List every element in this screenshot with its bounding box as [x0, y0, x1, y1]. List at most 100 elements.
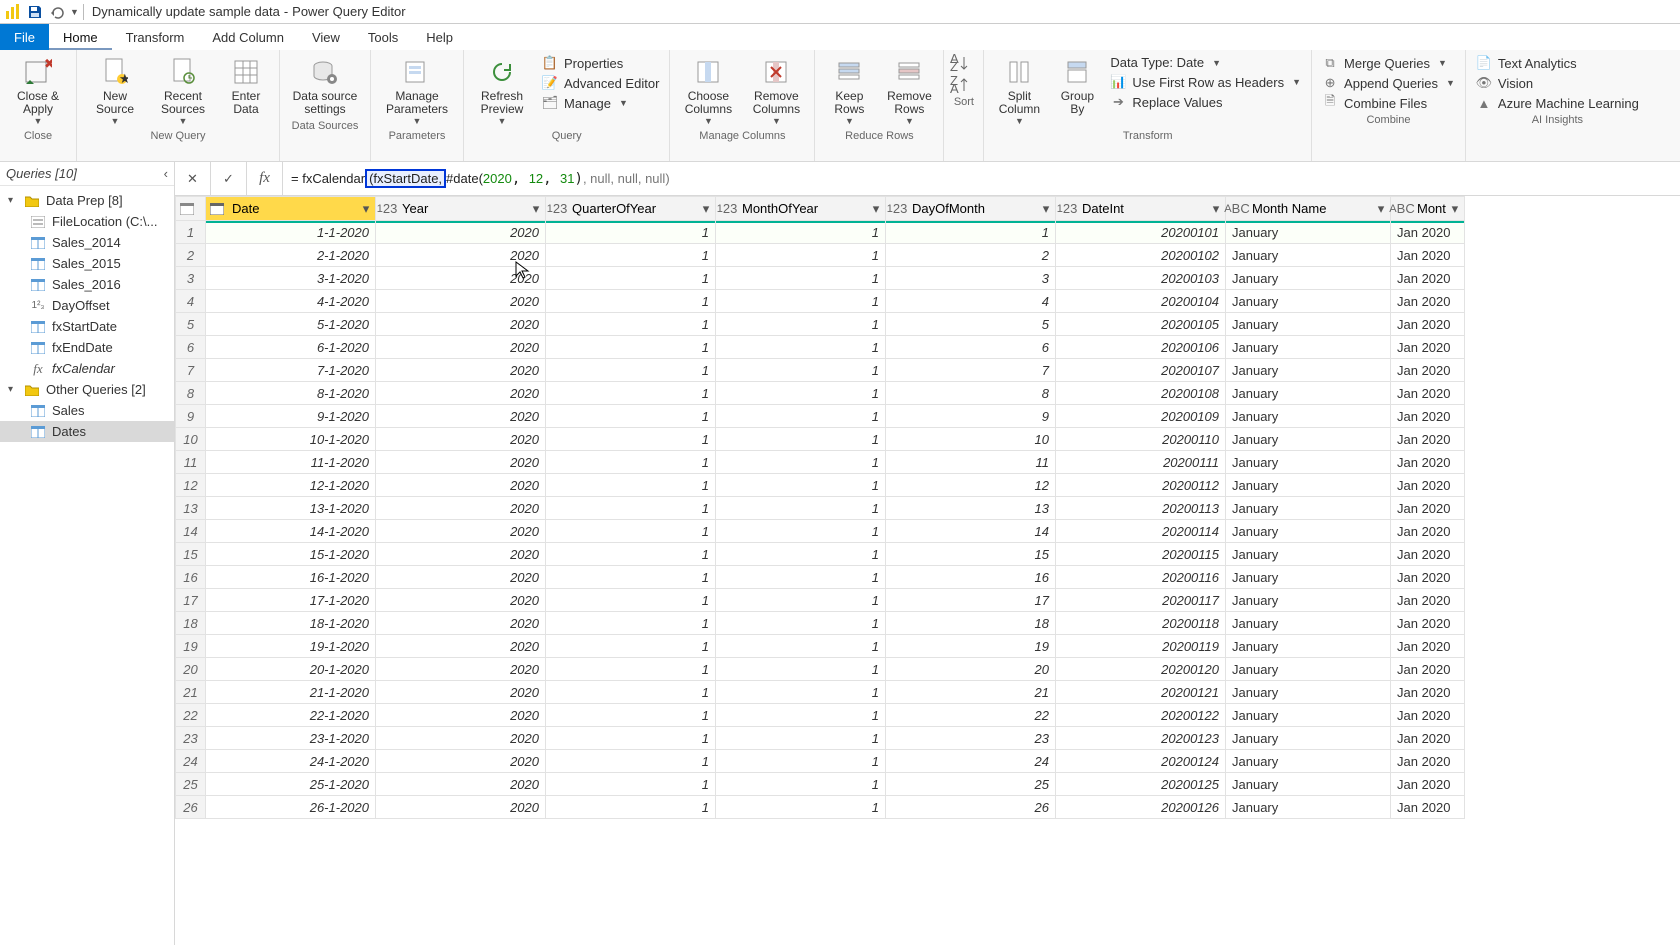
column-type-icon[interactable]: ABC [1226, 201, 1248, 216]
cell[interactable]: 1 [716, 336, 886, 359]
cell[interactable]: 22-1-2020 [206, 704, 376, 727]
cell[interactable]: 2020 [376, 704, 546, 727]
cell[interactable]: 1 [546, 566, 716, 589]
column-filter-icon[interactable]: ▾ [1037, 201, 1055, 217]
query-item[interactable]: 1²₃DayOffset [0, 295, 174, 316]
cell[interactable]: 24 [886, 750, 1056, 773]
cell[interactable]: 1 [546, 520, 716, 543]
cell[interactable]: 20200107 [1056, 359, 1226, 382]
cell[interactable]: 20200124 [1056, 750, 1226, 773]
cell[interactable]: 8 [886, 382, 1056, 405]
close-apply-button[interactable]: ✖ Close & Apply▼ [6, 54, 70, 128]
cell[interactable]: 19 [886, 635, 1056, 658]
cell[interactable]: Jan 2020 [1391, 520, 1465, 543]
cell[interactable]: 20200112 [1056, 474, 1226, 497]
row-index[interactable]: 23 [176, 727, 206, 750]
cell[interactable]: Jan 2020 [1391, 244, 1465, 267]
cell[interactable]: 1 [716, 267, 886, 290]
formula-input[interactable]: = fxCalendar(fxStartDate, #date(2020, 12… [283, 169, 1680, 188]
remove-columns-button[interactable]: Remove Columns▼ [744, 54, 808, 128]
query-item[interactable]: fxfxCalendar [0, 358, 174, 379]
cell[interactable]: 20-1-2020 [206, 658, 376, 681]
cell[interactable]: 1 [546, 750, 716, 773]
cell[interactable]: 2020 [376, 382, 546, 405]
cell[interactable]: 1 [546, 336, 716, 359]
cell[interactable]: January [1226, 428, 1391, 451]
cell[interactable]: 1 [716, 750, 886, 773]
cell[interactable]: 9 [886, 405, 1056, 428]
row-index[interactable]: 21 [176, 681, 206, 704]
cell[interactable]: 1 [716, 359, 886, 382]
cell[interactable]: 1 [716, 612, 886, 635]
cell[interactable]: January [1226, 359, 1391, 382]
cell[interactable]: 20200121 [1056, 681, 1226, 704]
cell[interactable]: 1 [546, 405, 716, 428]
cell[interactable]: 7 [886, 359, 1056, 382]
cell[interactable]: 20200119 [1056, 635, 1226, 658]
cell[interactable]: 5 [886, 313, 1056, 336]
row-index[interactable]: 19 [176, 635, 206, 658]
cell[interactable]: Jan 2020 [1391, 750, 1465, 773]
cell[interactable]: 10 [886, 428, 1056, 451]
cell[interactable]: 1 [546, 589, 716, 612]
combine-files-button[interactable]: 🗎Combine Files [1318, 94, 1459, 112]
cell[interactable]: 1 [546, 359, 716, 382]
cell[interactable]: 8-1-2020 [206, 382, 376, 405]
cell[interactable]: 12-1-2020 [206, 474, 376, 497]
column-filter-icon[interactable]: ▾ [1207, 201, 1225, 217]
query-item[interactable]: fxEndDate [0, 337, 174, 358]
sort-desc-icon[interactable]: ZA [950, 76, 970, 94]
cell[interactable]: Jan 2020 [1391, 612, 1465, 635]
cell[interactable]: 2-1-2020 [206, 244, 376, 267]
cell[interactable]: 21 [886, 681, 1056, 704]
column-type-icon[interactable]: ABC [1391, 201, 1413, 216]
cell[interactable]: 2020 [376, 451, 546, 474]
cell[interactable]: 2020 [376, 658, 546, 681]
cell[interactable]: 2020 [376, 612, 546, 635]
cell[interactable]: 16 [886, 566, 1056, 589]
formula-cancel-button[interactable]: ✕ [175, 162, 211, 196]
cell[interactable]: Jan 2020 [1391, 566, 1465, 589]
cell[interactable]: 14 [886, 520, 1056, 543]
cell[interactable]: 5-1-2020 [206, 313, 376, 336]
cell[interactable]: 2020 [376, 474, 546, 497]
menu-help[interactable]: Help [412, 24, 467, 50]
cell[interactable]: 23-1-2020 [206, 727, 376, 750]
cell[interactable]: 1 [716, 773, 886, 796]
recent-sources-button[interactable]: Recent Sources▼ [151, 54, 215, 128]
cell[interactable]: Jan 2020 [1391, 451, 1465, 474]
cell[interactable]: 26-1-2020 [206, 796, 376, 819]
column-type-icon[interactable] [206, 203, 228, 215]
row-index[interactable]: 22 [176, 704, 206, 727]
cell[interactable]: 1 [716, 658, 886, 681]
cell[interactable]: 3-1-2020 [206, 267, 376, 290]
cell[interactable]: 1 [716, 566, 886, 589]
cell[interactable]: 2020 [376, 405, 546, 428]
cell[interactable]: 18-1-2020 [206, 612, 376, 635]
row-index[interactable]: 18 [176, 612, 206, 635]
query-item[interactable]: Sales [0, 400, 174, 421]
cell[interactable]: Jan 2020 [1391, 796, 1465, 819]
cell[interactable]: January [1226, 382, 1391, 405]
query-folder[interactable]: ▾Data Prep [8] [0, 190, 174, 211]
cell[interactable]: 1 [716, 681, 886, 704]
row-index[interactable]: 4 [176, 290, 206, 313]
azure-ml-button[interactable]: ▲Azure Machine Learning [1472, 94, 1643, 112]
manage-parameters-button[interactable]: Manage Parameters▼ [377, 54, 457, 128]
cell[interactable]: Jan 2020 [1391, 405, 1465, 428]
cell[interactable]: January [1226, 543, 1391, 566]
row-index[interactable]: 2 [176, 244, 206, 267]
menu-view[interactable]: View [298, 24, 354, 50]
column-header[interactable]: Month Name [1248, 201, 1372, 216]
data-source-settings-button[interactable]: Data source settings [286, 54, 364, 118]
cell[interactable]: 1 [546, 727, 716, 750]
cell[interactable]: 1 [546, 428, 716, 451]
cell[interactable]: 11-1-2020 [206, 451, 376, 474]
row-index[interactable]: 3 [176, 267, 206, 290]
menu-transform[interactable]: Transform [112, 24, 199, 50]
row-index[interactable]: 10 [176, 428, 206, 451]
cell[interactable]: Jan 2020 [1391, 382, 1465, 405]
column-type-icon[interactable]: 123 [886, 201, 908, 216]
cell[interactable]: 20200126 [1056, 796, 1226, 819]
column-header[interactable]: QuarterOfYear [568, 201, 697, 216]
